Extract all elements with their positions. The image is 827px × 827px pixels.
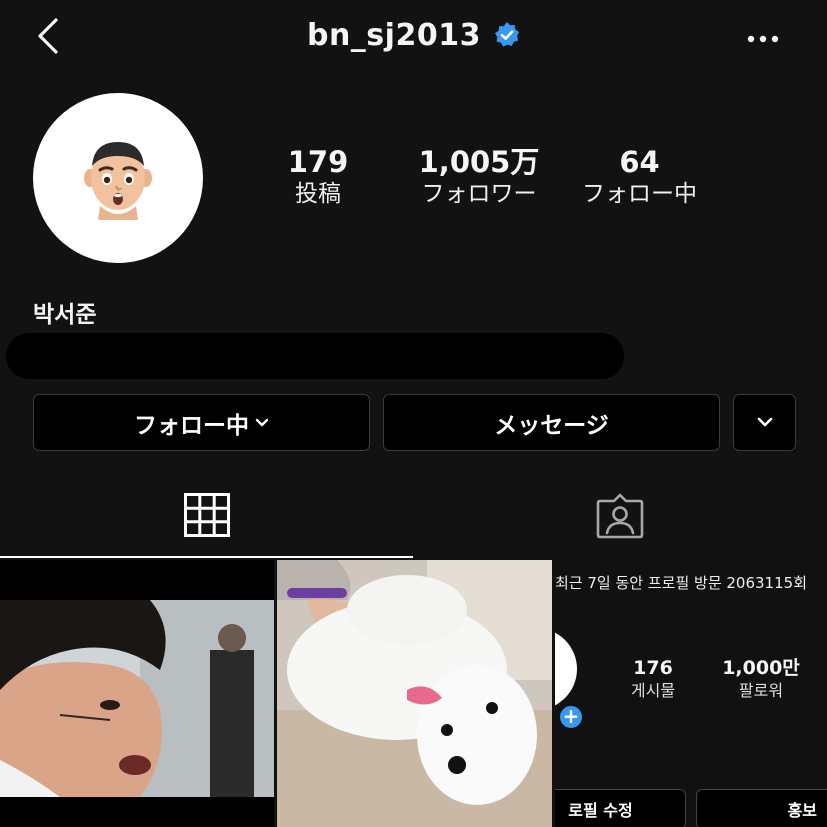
profile-display-name: 박서준 [33, 302, 97, 328]
following-count-label: フォロー中 [582, 181, 697, 207]
embedded-followers-label: 팔로워 [738, 681, 784, 700]
embedded-edit-profile-button: 로필 수정 [555, 789, 686, 827]
grid-icon [184, 493, 230, 537]
posts-count-value: 179 [287, 145, 349, 179]
post-thumbnail-1[interactable] [0, 560, 274, 827]
embedded-followers-stat: 1,000만 팔로워 [715, 656, 807, 702]
followers-count[interactable]: 1,005万 フォロワー [405, 145, 553, 209]
embedded-edit-profile-label: 로필 수정 [568, 801, 633, 820]
posts-count-label: 投稿 [295, 181, 341, 207]
photo-person-closeup [0, 560, 274, 827]
suggested-accounts-button[interactable] [733, 394, 796, 451]
embedded-followers-value: 1,000만 [722, 657, 800, 679]
message-button-label: メッセージ [494, 412, 609, 439]
profile-username: bn_sj2013 [306, 18, 481, 53]
more-options-button[interactable] [747, 30, 779, 43]
verified-badge-icon [495, 21, 520, 47]
following-button[interactable]: フォロー中 [33, 394, 370, 451]
embedded-promote-label: 홍보 [787, 801, 817, 820]
more-horizontal-icon [747, 35, 779, 43]
redacted-bio [6, 333, 624, 379]
post-thumbnail-3[interactable]: 최근 7일 동안 프로필 방문 2063115회 + 176 게시물 1,000… [555, 560, 827, 827]
embedded-posts-stat: 176 게시물 [623, 656, 683, 702]
tab-tagged[interactable] [596, 493, 644, 539]
tagged-person-icon [596, 493, 644, 539]
message-button[interactable]: メッセージ [383, 394, 720, 451]
following-count[interactable]: 64 フォロー中 [567, 145, 712, 209]
add-story-icon: + [558, 704, 584, 730]
active-tab-indicator [0, 556, 413, 558]
followers-count-value: 1,005万 [418, 145, 540, 179]
profile-avatar[interactable] [33, 93, 203, 263]
posts-count[interactable]: 179 投稿 [270, 145, 366, 209]
chevron-down-icon [255, 418, 269, 426]
embedded-posts-value: 176 [633, 657, 673, 679]
following-count-value: 64 [619, 145, 660, 179]
photo-white-dog [277, 560, 552, 827]
embedded-avatar [555, 628, 577, 710]
embedded-promote-button: 홍보 [696, 789, 827, 827]
memoji-avatar-icon [84, 142, 152, 220]
tab-posts-grid[interactable] [184, 493, 230, 537]
header-title-group: bn_sj2013 [0, 18, 827, 53]
post-thumbnail-2[interactable] [277, 560, 552, 827]
chevron-down-icon [757, 417, 772, 427]
following-button-label: フォロー中 [134, 412, 249, 439]
embedded-posts-label: 게시물 [630, 681, 676, 700]
profile-visits-banner: 최근 7일 동안 프로필 방문 2063115회 [555, 574, 807, 592]
followers-count-label: フォロワー [421, 181, 537, 207]
